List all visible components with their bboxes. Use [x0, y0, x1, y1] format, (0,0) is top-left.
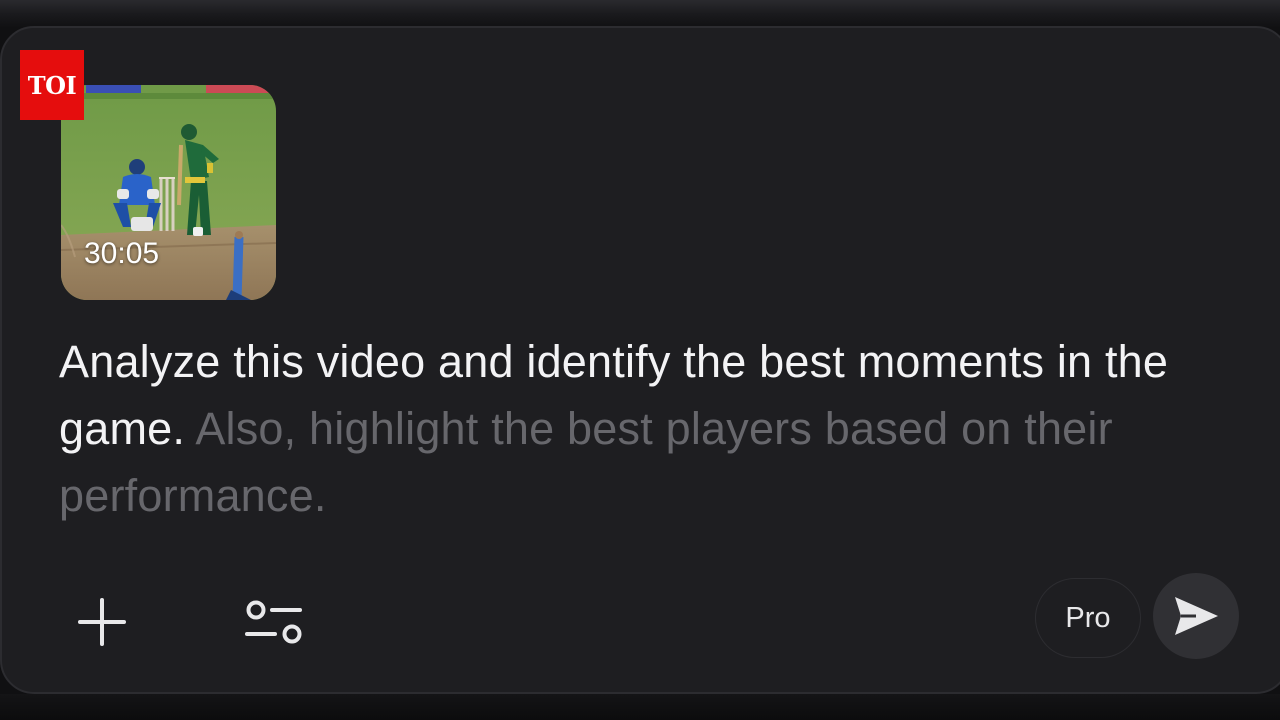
video-duration: 30:05 — [84, 237, 160, 270]
video-thumbnail[interactable]: 30:05 — [61, 85, 276, 300]
sliders-icon — [245, 600, 302, 644]
model-selector-button[interactable]: Pro — [1035, 578, 1141, 658]
tools-button[interactable] — [238, 588, 308, 656]
screen: TOI 30:05 Analyze this video and identif… — [0, 0, 1280, 720]
toi-logo: TOI — [20, 50, 84, 120]
model-label: Pro — [1065, 601, 1111, 634]
plus-icon — [78, 598, 126, 646]
send-arrow-icon — [1175, 597, 1218, 635]
logo-text: TOI — [27, 70, 77, 100]
prompt-suggestion-text: Also, highlight the best players based o… — [59, 403, 1113, 521]
send-button[interactable] — [1153, 573, 1239, 659]
prompt-input[interactable]: Analyze this video and identify the best… — [59, 328, 1249, 529]
add-attachment-button[interactable] — [68, 588, 136, 656]
bottom-edge — [0, 694, 1280, 720]
